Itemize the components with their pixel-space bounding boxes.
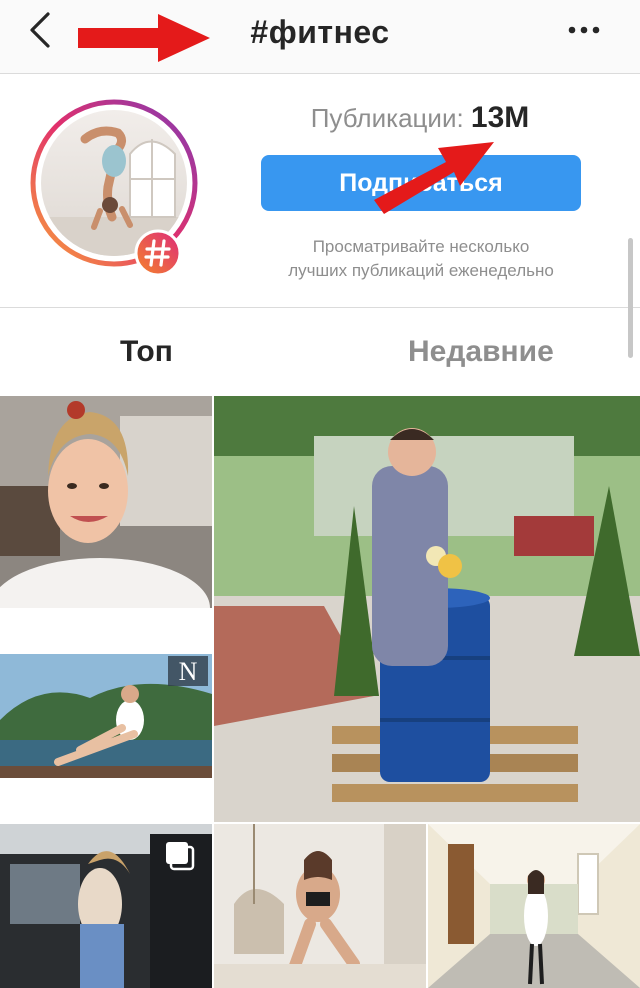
- top-nav-bar: #фитнес: [0, 0, 640, 74]
- follow-hint-line1: Просматривайте несколько: [312, 237, 530, 256]
- multiple-photos-icon: [166, 842, 195, 871]
- post-image-woman-lake: N: [0, 610, 212, 822]
- hashtag-icon: [134, 229, 182, 277]
- publications-count: 13M: [470, 101, 530, 134]
- post-thumbnail-3[interactable]: N: [0, 610, 212, 822]
- publications-label: Публикации:: [310, 103, 464, 133]
- tab-top[interactable]: Топ: [120, 335, 173, 369]
- scrollbar[interactable]: [628, 238, 633, 358]
- post-image-woman-selfie: [0, 396, 212, 608]
- follow-hint-line2: лучших публикаций еженедельно: [288, 261, 554, 280]
- post-image-man-barrel: [214, 396, 640, 822]
- feed-tabs: Топ Недавние: [0, 309, 640, 395]
- post-image-woman-hallway: [428, 824, 640, 988]
- follow-hint: Просматривайте несколько лучших публикац…: [256, 235, 586, 283]
- post-thumbnail-4[interactable]: [0, 824, 212, 988]
- post-thumbnail-1[interactable]: [0, 396, 212, 608]
- page-title: #фитнес: [250, 14, 390, 50]
- publications-stat: Публикации: 13M: [260, 101, 580, 135]
- post-thumbnail-2[interactable]: [214, 396, 640, 822]
- hashtag-avatar[interactable]: [30, 99, 202, 277]
- post-thumbnail-5[interactable]: [214, 824, 426, 988]
- hashtag-header: Публикации: 13M Подписаться Просматривай…: [0, 75, 640, 308]
- watermark-letter: N: [179, 657, 198, 686]
- post-image-woman-swing: [214, 824, 426, 988]
- more-options-button[interactable]: [560, 14, 608, 46]
- follow-button[interactable]: Подписаться: [261, 155, 581, 211]
- more-horizontal-icon: [568, 26, 600, 34]
- tab-recent[interactable]: Недавние: [408, 335, 554, 369]
- post-thumbnail-6[interactable]: [428, 824, 640, 988]
